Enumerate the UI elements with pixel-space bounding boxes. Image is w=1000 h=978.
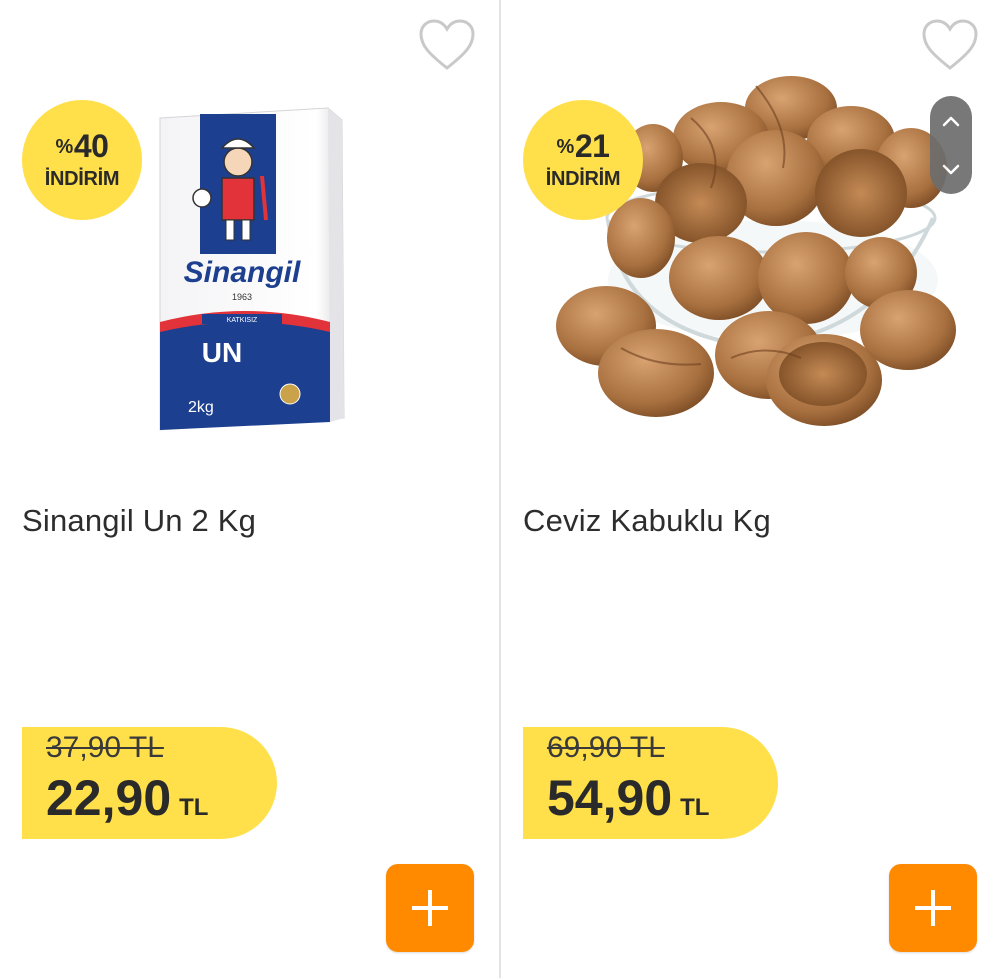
discount-badge: %40 İNDİRİM bbox=[22, 100, 142, 220]
flour-brand-text: Sinangil bbox=[184, 256, 301, 289]
old-price: 69,90 TL bbox=[547, 731, 665, 764]
discount-label: İNDİRİM bbox=[44, 167, 120, 190]
scroll-control[interactable] bbox=[930, 96, 972, 194]
discount-badge: %21 İNDİRİM bbox=[523, 100, 643, 220]
price-tag: 37,90 TL 22,90 TL bbox=[22, 727, 277, 839]
flour-tag-text: KATKISIZ bbox=[227, 317, 258, 324]
product-title[interactable]: Sinangil Un 2 Kg bbox=[22, 503, 256, 539]
plus-icon bbox=[915, 890, 951, 926]
flour-bag-image[interactable]: Sinangil 1963 KATKISIZ UN 2kg bbox=[150, 100, 350, 435]
new-price: 22,90 TL bbox=[46, 770, 209, 826]
discount-percent: %21 bbox=[556, 127, 610, 164]
heart-icon[interactable] bbox=[418, 18, 476, 72]
discount-label: İNDİRİM bbox=[545, 167, 621, 190]
flour-product-text: UN bbox=[202, 337, 242, 368]
plus-icon bbox=[412, 890, 448, 926]
product-card[interactable]: %40 İNDİRİM Sinangil 1963 KATKISIZ UN 2k… bbox=[0, 0, 499, 978]
chevron-up-icon[interactable] bbox=[941, 114, 961, 128]
discount-percent: %40 bbox=[55, 127, 109, 164]
add-to-cart-button[interactable] bbox=[386, 864, 474, 952]
new-price: 54,90 TL bbox=[547, 770, 710, 826]
product-grid: %40 İNDİRİM Sinangil 1963 KATKISIZ UN 2k… bbox=[0, 0, 1000, 978]
flour-year-text: 1963 bbox=[232, 292, 252, 302]
chevron-down-icon[interactable] bbox=[941, 163, 961, 177]
old-price: 37,90 TL bbox=[46, 731, 164, 764]
heart-icon[interactable] bbox=[921, 18, 979, 72]
price-tag: 69,90 TL 54,90 TL bbox=[523, 727, 778, 839]
flour-weight-text: 2kg bbox=[188, 399, 214, 416]
add-to-cart-button[interactable] bbox=[889, 864, 977, 952]
product-card[interactable]: %21 İNDİRİM Ceviz Kabuklu Kg 69,90 TL 54… bbox=[499, 0, 1000, 978]
product-title[interactable]: Ceviz Kabuklu Kg bbox=[523, 503, 771, 539]
